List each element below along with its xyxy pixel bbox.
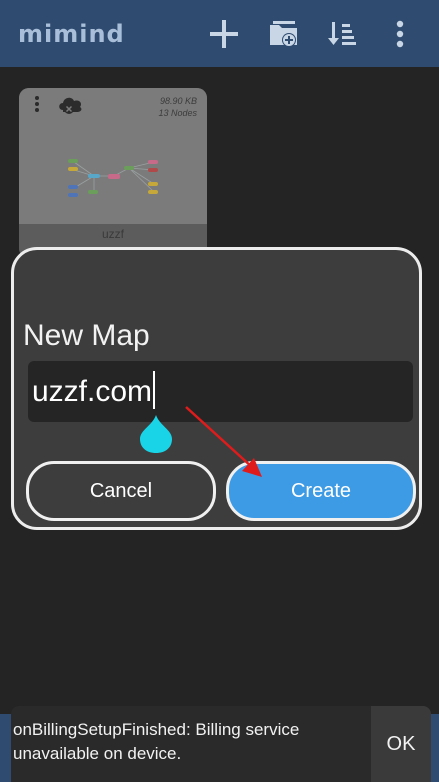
sort-icon[interactable] <box>324 16 360 52</box>
plus-icon[interactable] <box>206 16 242 52</box>
create-button-label: Create <box>290 479 352 502</box>
top-app-bar: mimind <box>0 0 439 67</box>
folder-add-icon[interactable] <box>266 16 302 52</box>
snackbar-ok-label: OK <box>386 732 416 755</box>
map-name-input[interactable]: uzzf.com <box>28 361 413 422</box>
card-node-count: 13 Nodes <box>158 108 197 118</box>
map-card[interactable]: 98.90 KB 13 Nodes uzzf <box>19 88 207 258</box>
create-button[interactable]: Create <box>226 461 416 521</box>
map-card-preview: 98.90 KB 13 Nodes <box>19 88 207 224</box>
card-file-size: 98.90 KB <box>159 96 197 106</box>
map-thumbnail <box>68 159 158 197</box>
cancel-button-label: Cancel <box>89 479 153 502</box>
text-caret <box>153 371 156 410</box>
app-logo: mimind <box>18 20 125 48</box>
billing-snackbar: onBillingSetupFinished: Billing service … <box>11 706 431 782</box>
dialog-title: New Map <box>23 319 150 352</box>
map-name-value: uzzf.com <box>32 375 153 408</box>
cloud-sync-icon[interactable] <box>57 94 85 121</box>
snackbar-ok-button[interactable]: OK <box>371 706 431 782</box>
more-vertical-icon[interactable] <box>382 16 418 52</box>
card-menu-icon[interactable] <box>33 96 41 116</box>
app-root: mimind 98.90 KB 13 Nodes uzzf New Map uz… <box>0 0 439 782</box>
new-map-dialog: New Map uzzf.com Cancel Create <box>11 247 422 530</box>
snackbar-message: onBillingSetupFinished: Billing service … <box>13 720 300 763</box>
cancel-button[interactable]: Cancel <box>26 461 216 521</box>
